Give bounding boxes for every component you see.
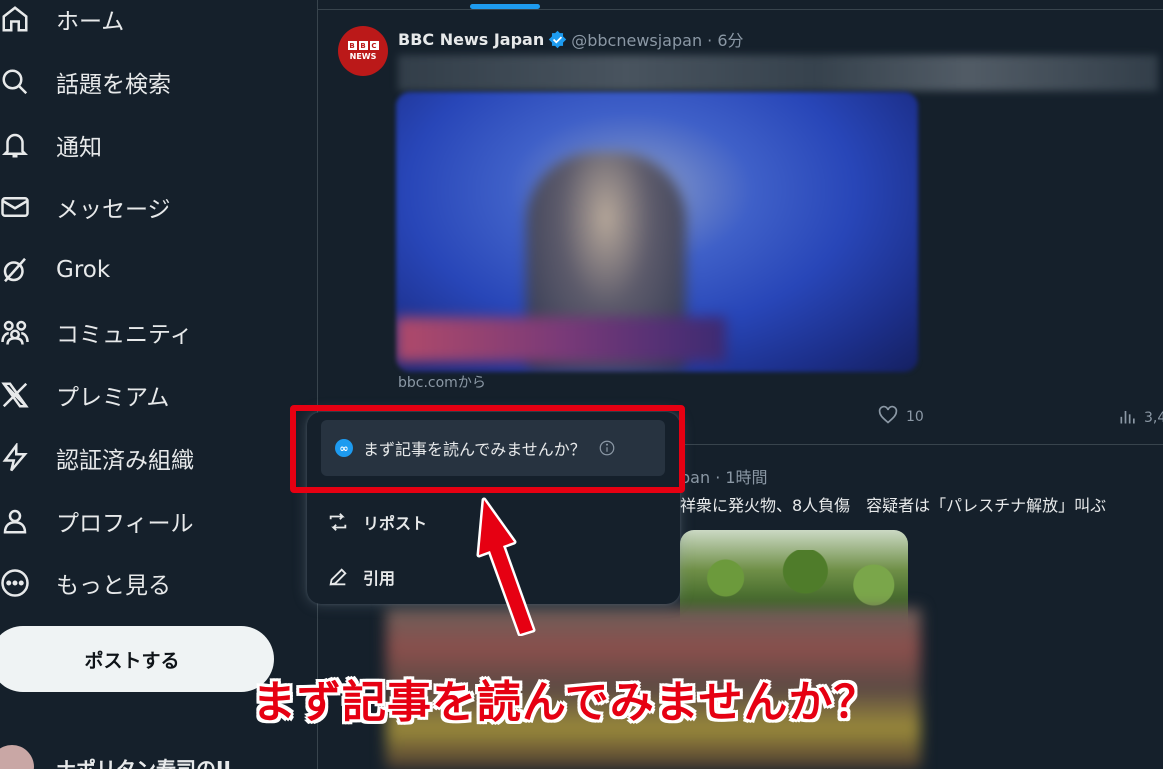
nav-profile[interactable]: プロフィール bbox=[0, 496, 194, 546]
nav-verified-orgs[interactable]: 認証済み組織 bbox=[0, 433, 194, 483]
bbc-logo: B B C bbox=[347, 41, 379, 50]
timeline: B B C NEWS BBC News Japan @bbcnewsjapan … bbox=[318, 0, 1163, 769]
nav-label-home: ホーム bbox=[56, 9, 125, 35]
person-icon bbox=[0, 506, 30, 536]
nav-notifications[interactable]: 通知 bbox=[0, 120, 102, 170]
account-switcher[interactable]: ナポリタン寿司のII bbox=[0, 745, 231, 769]
tweet-header: BBC News Japan @bbcnewsjapan · 6分 bbox=[398, 27, 744, 51]
nav-home[interactable]: ホーム bbox=[0, 0, 124, 44]
home-icon bbox=[0, 4, 30, 34]
author-handle-time[interactable]: @bbcnewsjapan · 6分 bbox=[571, 27, 743, 51]
nav-label-verified-orgs: 認証済み組織 bbox=[56, 448, 194, 474]
analytics-icon bbox=[1118, 406, 1138, 430]
header-border bbox=[318, 9, 1163, 10]
grok-icon bbox=[0, 255, 30, 285]
more-circle-icon bbox=[0, 568, 30, 598]
annotation-caption: まず記事を読んでみませんか？ bbox=[252, 677, 879, 728]
avatar bbox=[0, 745, 34, 769]
nav-label-communities: コミュニティ bbox=[56, 322, 193, 348]
nav-messages[interactable]: メッセージ bbox=[0, 182, 171, 232]
tweet-media[interactable] bbox=[396, 92, 918, 372]
author-name[interactable]: BBC News Japan bbox=[398, 30, 544, 49]
nav-explore[interactable]: 話題を検索 bbox=[0, 57, 171, 107]
annotation-arrow-icon bbox=[476, 497, 536, 636]
quote-menu-item[interactable]: 引用 bbox=[327, 563, 395, 591]
tweet2-header[interactable]: pan · 1時間 bbox=[680, 464, 768, 488]
annotation-highlight-frame bbox=[290, 405, 685, 493]
community-icon bbox=[0, 317, 30, 347]
nav-label-more: もっと見る bbox=[56, 573, 171, 599]
repost-icon bbox=[329, 513, 347, 531]
bell-icon bbox=[0, 130, 30, 160]
nav-grok[interactable]: Grok bbox=[0, 245, 110, 295]
media-source[interactable]: bbc.comから bbox=[398, 372, 486, 392]
like-count: 10 bbox=[906, 409, 924, 425]
nav-label-profile: プロフィール bbox=[56, 511, 194, 537]
sidebar: ホーム 話題を検索 通知 メッセージ Grok コミュニティ プレミアム 認証済… bbox=[0, 0, 318, 769]
nav-label-messages: メッセージ bbox=[56, 197, 171, 223]
views-count: 3,4 bbox=[1144, 410, 1163, 426]
post-button[interactable]: ポストする bbox=[0, 626, 274, 692]
mail-icon bbox=[0, 192, 30, 222]
lightning-icon bbox=[0, 443, 30, 473]
nav-communities[interactable]: コミュニティ bbox=[0, 307, 193, 357]
verified-badge-icon bbox=[549, 30, 567, 48]
nav-label-premium: プレミアム bbox=[56, 385, 170, 411]
nav-label-notifications: 通知 bbox=[56, 135, 102, 161]
tweet2-text: 祥衆に発火物、8人負傷 容疑者は「パレスチナ解放」叫ぶ bbox=[680, 496, 1107, 515]
tweet-text-blurred bbox=[398, 55, 1158, 91]
bbc-avatar[interactable]: B B C NEWS bbox=[338, 26, 388, 76]
x-logo-icon bbox=[0, 380, 30, 410]
nav-more[interactable]: もっと見る bbox=[0, 558, 171, 608]
nav-label-explore: 話題を検索 bbox=[56, 72, 171, 98]
repost-label: リポスト bbox=[363, 514, 428, 533]
pencil-icon bbox=[329, 568, 347, 586]
nav-premium[interactable]: プレミアム bbox=[0, 370, 169, 420]
quote-label: 引用 bbox=[363, 569, 396, 588]
heart-icon bbox=[878, 405, 898, 429]
nav-label-grok: Grok bbox=[56, 257, 111, 283]
search-icon bbox=[0, 67, 30, 97]
like-button[interactable]: 10 bbox=[878, 405, 924, 429]
views-button[interactable]: 3,4 bbox=[1118, 406, 1163, 430]
profile-name: ナポリタン寿司のII bbox=[56, 756, 231, 769]
repost-menu-item[interactable]: リポスト bbox=[327, 508, 427, 536]
